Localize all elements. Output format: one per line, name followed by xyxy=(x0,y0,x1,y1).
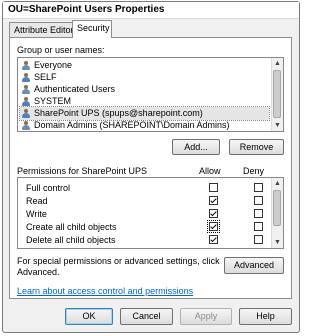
deny-checkbox[interactable] xyxy=(254,209,263,218)
allow-checkbox[interactable] xyxy=(209,235,218,244)
list-item-label: Domain Admins (SHAREPOINT\Domain Admins) xyxy=(34,120,230,130)
user-icon xyxy=(22,109,30,118)
scroll-thumb[interactable] xyxy=(273,70,281,118)
ok-button[interactable]: OK xyxy=(65,308,113,325)
permission-label: Full control xyxy=(26,183,71,193)
scroll-down-icon[interactable]: ▼ xyxy=(272,120,283,131)
deny-checkbox[interactable] xyxy=(254,235,263,244)
access-control-help-link[interactable]: Learn about access control and permissio… xyxy=(17,286,193,296)
allow-checkbox[interactable] xyxy=(207,220,220,233)
permission-row-create-child: Create all child objects xyxy=(18,220,271,233)
list-item-label: Everyone xyxy=(34,60,73,70)
add-button[interactable]: Add... xyxy=(172,139,220,155)
user-icon xyxy=(22,73,30,82)
permission-row-read: Read xyxy=(18,195,271,207)
advanced-hint-line1: For special permissions or advanced sett… xyxy=(17,256,220,266)
allow-checkbox[interactable] xyxy=(209,209,218,218)
scroll-up-icon[interactable]: ▲ xyxy=(272,178,283,189)
permission-label: Delete all child objects xyxy=(26,235,116,245)
group-user-list[interactable]: Everyone SELF Authenticated Users SYSTEM… xyxy=(17,57,284,132)
group-list-scrollbar[interactable]: ▲ ▼ xyxy=(271,58,283,131)
tab-attribute-editor[interactable]: Attribute Editor xyxy=(9,22,74,37)
remove-button[interactable]: Remove xyxy=(229,139,284,155)
permission-label: Read xyxy=(26,196,48,206)
permission-label: Write xyxy=(26,209,47,219)
groups-label: Group or user names: xyxy=(17,45,105,55)
group-icon xyxy=(22,121,30,130)
allow-checkbox[interactable] xyxy=(209,196,218,205)
deny-checkbox[interactable] xyxy=(254,222,263,231)
scroll-up-icon[interactable]: ▲ xyxy=(272,58,283,69)
deny-checkbox[interactable] xyxy=(254,196,263,205)
tab-security[interactable]: Security xyxy=(72,20,112,38)
permission-row-write: Write xyxy=(18,208,271,220)
list-item-label: SYSTEM xyxy=(34,96,72,106)
cancel-button[interactable]: Cancel xyxy=(120,308,173,325)
list-item-label: Authenticated Users xyxy=(34,84,116,94)
help-button[interactable]: Help xyxy=(239,308,292,325)
advanced-button[interactable]: Advanced xyxy=(224,257,284,274)
scroll-thumb[interactable] xyxy=(273,190,281,226)
window-title: OU=SharePoint Users Properties xyxy=(8,4,165,15)
deny-checkbox[interactable] xyxy=(254,183,263,192)
group-icon xyxy=(22,85,30,94)
permission-label: Create all child objects xyxy=(26,222,117,232)
list-item-label: SharePoint UPS (spups@sharepoint.com) xyxy=(34,108,203,118)
list-item-domain-admins[interactable]: Domain Admins (SHAREPOINT\Domain Admins) xyxy=(20,119,269,131)
allow-checkbox[interactable] xyxy=(209,183,218,192)
group-icon xyxy=(22,61,30,70)
advanced-hint-line2: Advanced. xyxy=(17,267,60,277)
tab-label: Attribute Editor xyxy=(14,25,74,35)
permissions-title: Permissions for SharePoint UPS xyxy=(17,166,148,176)
properties-dialog: OU=SharePoint Users Properties Attribute… xyxy=(2,1,300,333)
user-icon xyxy=(22,97,30,106)
permission-row-delete-child: Delete all child objects xyxy=(18,234,271,246)
tab-label: Security xyxy=(77,23,110,33)
permissions-list: Full control Read Write Create all child… xyxy=(17,177,284,249)
scroll-down-icon[interactable]: ▼ xyxy=(272,237,283,248)
apply-button[interactable]: Apply xyxy=(180,308,232,325)
allow-column-header: Allow xyxy=(199,166,221,176)
list-item-label: SELF xyxy=(34,72,57,82)
permissions-scrollbar[interactable]: ▲ ▼ xyxy=(271,178,283,248)
permission-row-full-control: Full control xyxy=(18,182,271,194)
security-panel: Group or user names: Everyone SELF Authe… xyxy=(9,37,292,299)
title-bar: OU=SharePoint Users Properties xyxy=(3,2,299,19)
deny-column-header: Deny xyxy=(243,166,265,176)
